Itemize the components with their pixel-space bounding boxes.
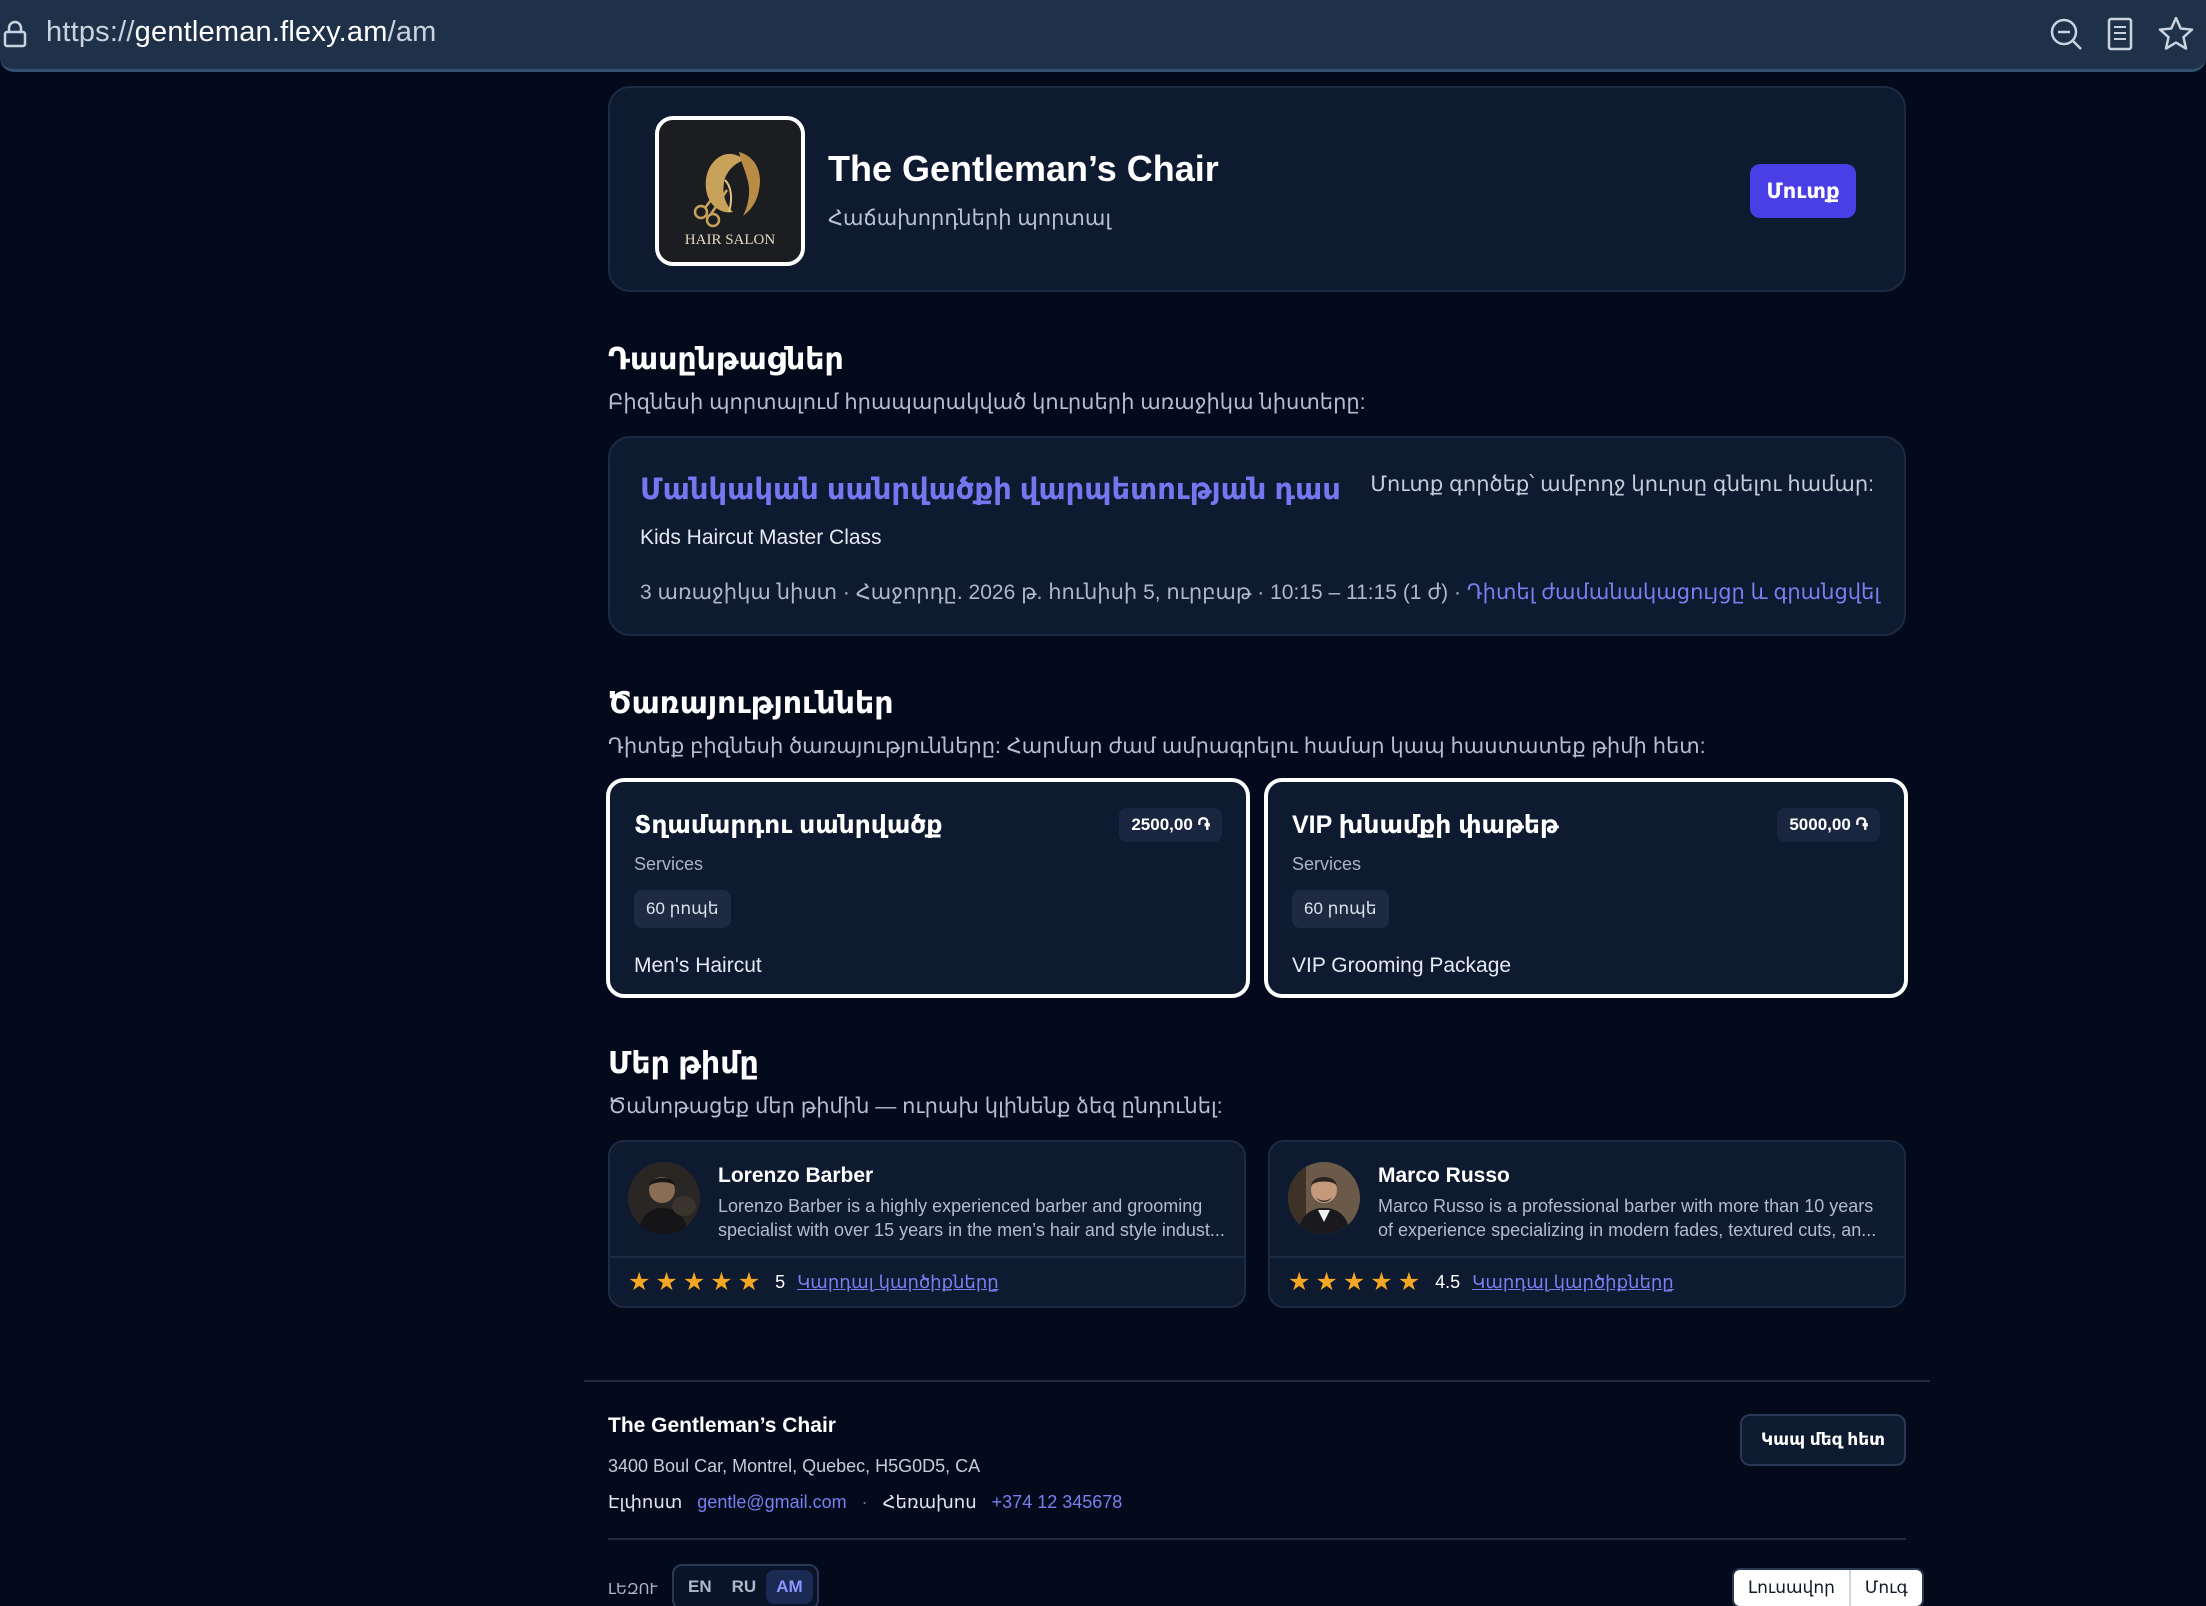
member-name: Lorenzo Barber bbox=[718, 1164, 874, 1187]
star-icon: ★ bbox=[1397, 1268, 1421, 1296]
course-login-note: Մուտք գործեք՝ ամբողջ կուրսը գնելու համար… bbox=[1370, 473, 1874, 496]
service-duration-badge: 60 րոպե bbox=[634, 890, 731, 928]
service-title: Տղամարդու սանրվածք bbox=[634, 811, 943, 839]
service-card[interactable]: Տղամարդու սանրվածք Services 2500,00 ֏ 60… bbox=[606, 778, 1250, 998]
course-meta: 3 առաջիկա նիստ · Հաջորդը. 2026 թ. հունիս… bbox=[640, 580, 1880, 605]
course-card: Մանկական սանրվածքի վարպետության դաս Մուտ… bbox=[608, 436, 1906, 636]
star-icon: ★ bbox=[655, 1268, 678, 1296]
zoom-out-icon[interactable] bbox=[2046, 14, 2086, 54]
phone-label: Հեռախոս bbox=[882, 1492, 977, 1512]
reader-view-icon[interactable] bbox=[2100, 14, 2140, 54]
business-subtitle: Հաճախորդների պորտալ bbox=[828, 207, 1112, 230]
contact-us-button[interactable]: Կապ մեզ հետ bbox=[1740, 1414, 1906, 1466]
service-english-title: Men's Haircut bbox=[634, 954, 762, 977]
bookmark-star-icon[interactable] bbox=[2156, 14, 2196, 54]
service-price-badge: 2500,00 ֏ bbox=[1119, 808, 1222, 842]
service-category: Services bbox=[634, 854, 704, 874]
member-bio: Marco Russo is a professional barber wit… bbox=[1378, 1194, 1888, 1242]
avatar bbox=[1288, 1162, 1360, 1234]
star-icon: ★ bbox=[737, 1268, 761, 1296]
star-icon: ★ bbox=[710, 1268, 733, 1296]
service-price-badge: 5000,00 ֏ bbox=[1777, 808, 1880, 842]
language-en-button[interactable]: EN bbox=[678, 1570, 722, 1604]
language-ru-button[interactable]: RU bbox=[722, 1570, 767, 1604]
email-label: Էլփոստ bbox=[608, 1492, 683, 1512]
footer-contacts: Էլփոստ gentle@gmail.com · Հեռախոս +374 1… bbox=[608, 1492, 1122, 1513]
theme-light-button[interactable]: Լուսավոր bbox=[1734, 1570, 1851, 1606]
separator: · bbox=[861, 1492, 868, 1512]
avatar-photo bbox=[628, 1162, 700, 1234]
courses-title: Դասընթացներ bbox=[608, 343, 844, 376]
rating-row: ★ ★ ★ ★ ★ 4.5 Կարդալ կարծիքները bbox=[1288, 1268, 1674, 1296]
services-title: Ծառայություններ bbox=[608, 687, 894, 720]
member-bio: Lorenzo Barber is a highly experienced b… bbox=[718, 1194, 1228, 1242]
read-reviews-link[interactable]: Կարդալ կարծիքները bbox=[797, 1272, 999, 1293]
member-bio-line: of experience specializing in modern fad… bbox=[1378, 1220, 1877, 1240]
star-icon: ★ bbox=[1288, 1268, 1311, 1296]
star-icon: ★ bbox=[1370, 1268, 1393, 1296]
url-field[interactable]: https://gentleman.flexy.am/am bbox=[46, 16, 437, 49]
team-member-card[interactable]: Lorenzo Barber Lorenzo Barber is a highl… bbox=[608, 1140, 1246, 1308]
service-title: VIP խնամքի փաթեթ bbox=[1292, 811, 1559, 839]
business-logo: HAIR SALON bbox=[655, 116, 805, 266]
email-link[interactable]: gentle@gmail.com bbox=[697, 1492, 846, 1512]
service-duration-badge: 60 րոպե bbox=[1292, 890, 1389, 928]
card-divider bbox=[1270, 1256, 1904, 1258]
read-reviews-link[interactable]: Կարդալ կարծիքները bbox=[1472, 1272, 1674, 1293]
avatar-photo bbox=[1288, 1162, 1360, 1234]
avatar bbox=[628, 1162, 700, 1234]
browser-address-bar: https://gentleman.flexy.am/am bbox=[0, 0, 2206, 72]
phone-link[interactable]: +374 12 345678 bbox=[992, 1492, 1123, 1512]
language-switcher: EN RU AM bbox=[672, 1564, 819, 1606]
star-icon: ★ bbox=[682, 1268, 706, 1296]
member-bio-line: specialist with over 15 years in the men… bbox=[718, 1220, 1225, 1240]
login-button[interactable]: Մուտք bbox=[1750, 164, 1856, 218]
services-subtitle: Դիտեք բիզնեսի ծառայությունները: Հարմար ժ… bbox=[608, 735, 1706, 758]
lock-icon[interactable] bbox=[2, 20, 28, 48]
card-divider bbox=[610, 1256, 1244, 1258]
business-name: The Gentleman’s Chair bbox=[828, 148, 1219, 189]
service-category: Services bbox=[1292, 854, 1362, 874]
course-session-info: 3 առաջիկա նիստ · Հաջորդը. 2026 թ. հունիս… bbox=[640, 581, 1461, 604]
url-host: gentleman.flexy.am bbox=[134, 16, 388, 48]
star-icon: ★ bbox=[1342, 1268, 1366, 1296]
theme-switcher: Լուսավոր Մուգ bbox=[1732, 1568, 1924, 1606]
service-card[interactable]: VIP խնամքի փաթեթ Services 5000,00 ֏ 60 ր… bbox=[1264, 778, 1908, 998]
member-bio-line: Lorenzo Barber is a highly experienced b… bbox=[718, 1196, 1203, 1216]
member-bio-line: Marco Russo is a professional barber wit… bbox=[1378, 1196, 1874, 1216]
logo-text: HAIR SALON bbox=[684, 232, 776, 248]
course-title[interactable]: Մանկական սանրվածքի վարպետության դաս bbox=[640, 472, 1341, 507]
footer-address: 3400 Boul Car, Montrel, Quebec, H5G0D5, … bbox=[608, 1456, 981, 1476]
team-title: Մեր թիմը bbox=[608, 1047, 759, 1080]
star-icon: ★ bbox=[1315, 1268, 1338, 1296]
language-label: ԼԵԶՈՒ bbox=[608, 1581, 658, 1598]
team-member-card[interactable]: Marco Russo Marco Russo is a professiona… bbox=[1268, 1140, 1906, 1308]
theme-dark-button[interactable]: Մուգ bbox=[1850, 1570, 1922, 1606]
footer-divider bbox=[584, 1380, 1930, 1382]
url-path: /am bbox=[387, 16, 437, 48]
course-schedule-link[interactable]: Դիտել ժամանակացույցը և գրանցվել bbox=[1467, 581, 1880, 604]
rating-value: 5 bbox=[775, 1271, 786, 1292]
footer-divider bbox=[608, 1538, 1906, 1540]
team-subtitle: Ծանոթացեք մեր թիմին — ուրախ կլինենք ձեզ … bbox=[608, 1095, 1223, 1118]
courses-subtitle: Բիզնեսի պորտալում հրապարակված կուրսերի ա… bbox=[608, 391, 1366, 414]
business-header-card: HAIR SALON The Gentleman’s Chair Հաճախոր… bbox=[608, 86, 1906, 292]
service-english-title: VIP Grooming Package bbox=[1292, 954, 1512, 977]
language-am-button[interactable]: AM bbox=[766, 1570, 813, 1604]
rating-row: ★ ★ ★ ★ ★ 5 Կարդալ կարծիքները bbox=[628, 1268, 999, 1296]
url-scheme: https:// bbox=[46, 16, 135, 48]
member-name: Marco Russo bbox=[1378, 1164, 1510, 1187]
rating-value: 4.5 bbox=[1435, 1271, 1461, 1292]
footer-business-name: The Gentleman’s Chair bbox=[608, 1414, 836, 1437]
star-icon: ★ bbox=[628, 1268, 651, 1296]
course-english-title: Kids Haircut Master Class bbox=[640, 526, 882, 549]
